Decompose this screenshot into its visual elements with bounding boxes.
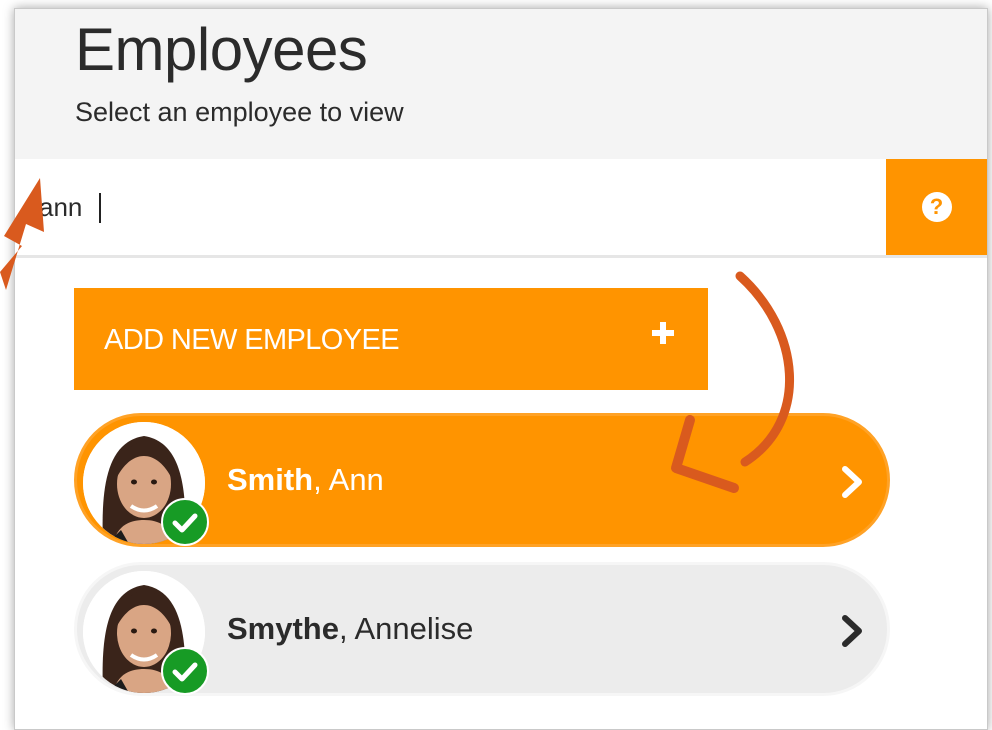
employee-last-name: Smith [227, 462, 314, 497]
employee-first-name: Ann [328, 462, 384, 497]
search-input[interactable] [39, 179, 869, 235]
verified-check-icon [161, 498, 209, 546]
search-bar: ? [15, 159, 987, 258]
chevron-right-icon [837, 464, 867, 500]
page-subtitle: Select an employee to view [75, 97, 404, 127]
question-circle-icon: ? [921, 192, 952, 222]
page-header: Employees Select an employee to view [15, 9, 987, 160]
add-new-employee-label: ADD NEW EMPLOYEE [104, 324, 400, 356]
page-title: Employees [75, 16, 368, 83]
verified-check-icon [161, 647, 209, 695]
chevron-right-icon [837, 613, 867, 649]
employee-name: Smith, Ann [227, 462, 384, 497]
plus-icon [652, 322, 674, 344]
employee-first-name: Annelise [354, 611, 474, 646]
employee-name: Smythe, Annelise [227, 611, 474, 646]
text-caret [99, 193, 101, 223]
employee-last-name: Smythe [227, 611, 339, 646]
help-button[interactable]: ? [886, 159, 987, 255]
employee-item-smith-ann[interactable]: Smith, Ann [74, 413, 890, 547]
add-new-employee-button[interactable]: ADD NEW EMPLOYEE [74, 288, 708, 390]
employee-panel: Employees Select an employee to view ? A… [14, 8, 988, 730]
employee-item-smythe-annelise[interactable]: Smythe, Annelise [74, 562, 890, 696]
